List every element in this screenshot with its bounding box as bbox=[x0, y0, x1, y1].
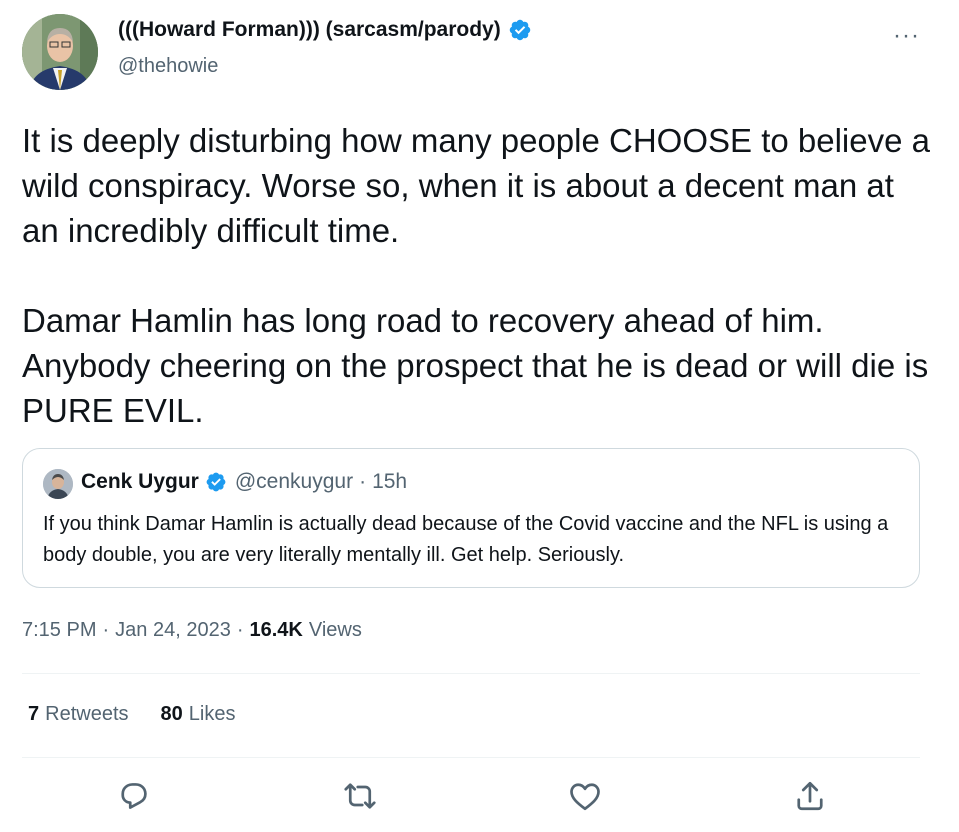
reply-button[interactable] bbox=[116, 778, 152, 814]
retweet-icon bbox=[344, 783, 376, 809]
action-bar bbox=[0, 778, 959, 814]
quote-verified-badge-icon bbox=[206, 472, 226, 492]
retweets-count: 7 bbox=[28, 703, 40, 725]
author-avatar[interactable] bbox=[22, 14, 98, 90]
tweet-paragraph-1: It is deeply disturbing how many people … bbox=[22, 122, 930, 249]
tweet-meta: 7:15 PM · Jan 24, 2023 · 16.4K Views bbox=[22, 619, 362, 642]
quote-text: If you think Damar Hamlin is actually de… bbox=[43, 513, 889, 566]
meta-separator-2: · bbox=[236, 619, 244, 641]
quote-author-handle[interactable]: @cenkuygur bbox=[235, 470, 353, 494]
author-avatar-image bbox=[22, 14, 98, 90]
like-icon bbox=[570, 783, 600, 811]
engagement-stats: 7 Retweets 80 Likes bbox=[28, 703, 267, 726]
likes-count: 80 bbox=[160, 703, 183, 725]
tweet-date[interactable]: Jan 24, 2023 bbox=[115, 619, 231, 642]
divider-bottom bbox=[22, 757, 920, 758]
author-handle[interactable]: @thehowie bbox=[118, 55, 218, 78]
verified-badge-icon bbox=[509, 19, 530, 41]
quote-author-name[interactable]: Cenk Uygur bbox=[81, 470, 199, 494]
more-options-icon[interactable]: ··· bbox=[893, 22, 920, 50]
likes-label: Likes bbox=[188, 703, 236, 725]
quote-timestamp[interactable]: 15h bbox=[372, 470, 407, 494]
tweet-time[interactable]: 7:15 PM bbox=[22, 619, 96, 642]
quoted-tweet[interactable]: Cenk Uygur @cenkuygur · 15h If you think… bbox=[22, 448, 920, 588]
reply-icon bbox=[121, 783, 147, 809]
retweets-stat[interactable]: 7 Retweets bbox=[28, 703, 129, 726]
views-label: Views bbox=[308, 619, 362, 641]
like-button[interactable] bbox=[567, 778, 603, 814]
share-button[interactable] bbox=[792, 778, 828, 814]
author-name[interactable]: (((Howard Forman))) (sarcasm/parody) bbox=[118, 18, 501, 42]
share-icon bbox=[797, 781, 823, 811]
quote-separator: · bbox=[359, 470, 367, 493]
likes-stat[interactable]: 80 Likes bbox=[161, 703, 236, 726]
quote-author-avatar[interactable] bbox=[43, 469, 73, 499]
tweet-text: It is deeply disturbing how many people … bbox=[22, 118, 937, 433]
quote-header: Cenk Uygur @cenkuygur · 15h bbox=[81, 470, 407, 494]
author-name-row[interactable]: (((Howard Forman))) (sarcasm/parody) bbox=[118, 18, 532, 42]
meta-separator-1: · bbox=[102, 619, 110, 641]
quote-avatar-image bbox=[43, 469, 73, 499]
divider-top bbox=[22, 673, 920, 674]
retweets-label: Retweets bbox=[45, 703, 129, 725]
views-count: 16.4K bbox=[249, 619, 303, 641]
tweet-paragraph-2: Damar Hamlin has long road to recovery a… bbox=[22, 302, 929, 429]
retweet-button[interactable] bbox=[342, 778, 378, 814]
